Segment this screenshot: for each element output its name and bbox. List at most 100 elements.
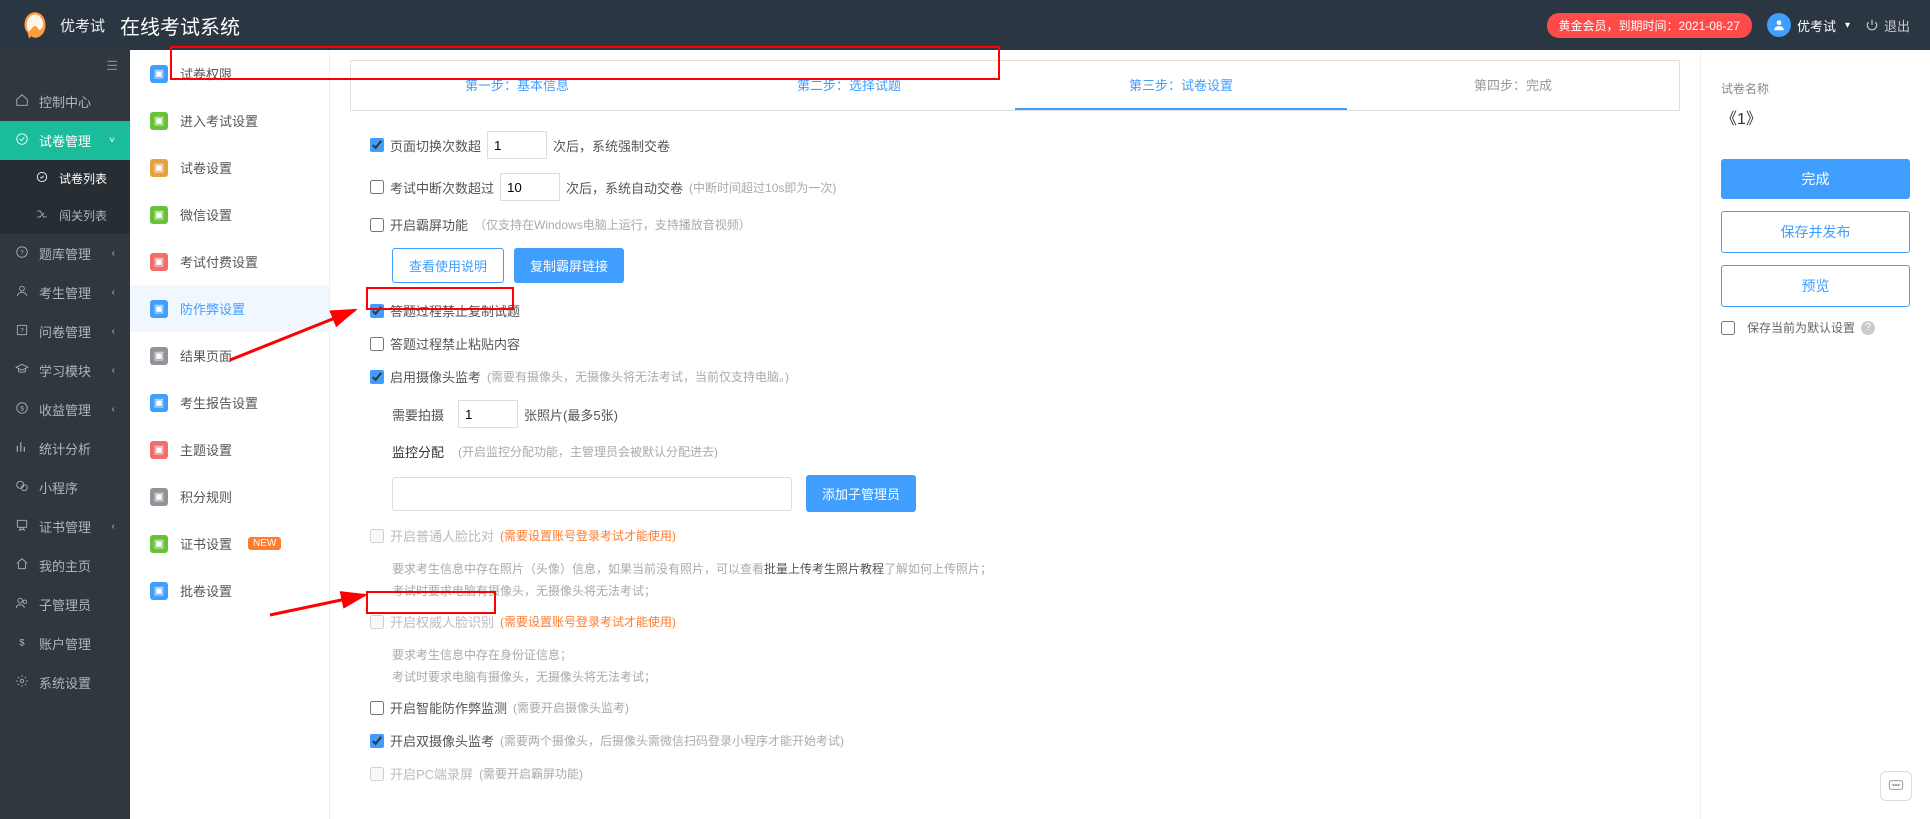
no-paste-label: 答题过程禁止粘贴内容 [390,334,520,353]
nav-label: 我的主页 [39,556,91,575]
nav-item-2[interactable]: ?题库管理‹ [0,234,130,273]
svg-text:$: $ [20,405,24,412]
nav-item-4[interactable]: ?问卷管理‹ [0,312,130,351]
fullscreen-label: 开启霸屏功能 [390,215,468,234]
photo-label: 需要拍摄 [392,405,444,424]
camera-label: 启用摄像头监考 [390,367,481,386]
nav-item-9[interactable]: 证书管理 ‹ [0,507,130,546]
cert-icon [15,518,29,535]
question-icon: ? [15,323,29,340]
step-2[interactable]: 第二步：选择试题 [683,61,1015,110]
save-publish-button[interactable]: 保存并发布 [1721,211,1910,253]
nav-item-11[interactable]: 子管理员 [0,585,130,624]
sec-item-3[interactable]: ▣微信设置 [130,191,329,238]
nav-item-8[interactable]: 小程序 [0,468,130,507]
step-4[interactable]: 第四步：完成 [1347,61,1679,110]
sec-item-7[interactable]: ▣考生报告设置 [130,379,329,426]
view-instructions-button[interactable]: 查看使用说明 [392,248,504,283]
user-avatar-icon [1767,13,1791,37]
myhome-icon [15,557,29,574]
face-basic-warn: (需要设置账号登录考试才能使用) [500,527,676,544]
sec-item-8[interactable]: ▣主题设置 [130,426,329,473]
pc-record-checkbox[interactable] [370,767,384,781]
brand-text: 优考试 [60,15,105,36]
sec-item-label: 试卷设置 [180,158,232,177]
sec-item-6[interactable]: ▣结果页面 [130,332,329,379]
nav-item-1[interactable]: 试卷管理˅ [0,121,130,160]
paper-name-value: 《1》 [1721,105,1910,129]
sec-item-icon: ▣ [150,112,168,130]
sec-item-0[interactable]: ▣试卷权限 [130,50,329,97]
nav-item-3[interactable]: 考生管理‹ [0,273,130,312]
paper-icon [15,132,29,149]
dual-camera-checkbox[interactable] [370,734,384,748]
sec-item-11[interactable]: ▣批卷设置 [130,567,329,614]
sec-item-icon: ▣ [150,535,168,553]
sec-item-10[interactable]: ▣证书设置NEW [130,520,329,567]
sec-item-2[interactable]: ▣ 试卷设置 [130,144,329,191]
sec-item-9[interactable]: ▣积分规则 [130,473,329,520]
chevron-icon: ‹ [112,521,115,532]
nav-label: 账户管理 [39,634,91,653]
sec-item-1[interactable]: ▣进入考试设置 [130,97,329,144]
logout-label: 退出 [1884,16,1910,35]
nav-item-0[interactable]: 控制中心 [0,82,130,121]
fullscreen-checkbox[interactable] [370,218,384,232]
no-paste-checkbox[interactable] [370,337,384,351]
smart-cheat-checkbox[interactable] [370,701,384,715]
face-basic-tutorial-link[interactable]: 批量上传考生照片教程 [764,562,884,576]
sec-item-label: 考生报告设置 [180,393,258,412]
nav-item-10[interactable]: 我的主页 [0,546,130,585]
preview-button[interactable]: 预览 [1721,265,1910,307]
camera-checkbox[interactable] [370,370,384,384]
sidebar-toggle-button[interactable]: ☰ [0,50,130,82]
page-switch-input[interactable] [487,131,547,159]
logo-icon [20,10,50,40]
coin-icon: $ [15,401,29,418]
sec-item-icon: ▣ [150,159,168,177]
admin-icon [15,596,29,613]
sec-item-icon: ▣ [150,65,168,83]
dual-camera-hint: (需要两个摄像头，后摄像头需微信扫码登录小程序才能开始考试) [500,732,844,749]
nav-subitem-1-1[interactable]: 闯关列表 [0,197,130,234]
gear-icon [15,674,29,691]
step-3[interactable]: 第三步：试卷设置 [1015,61,1347,110]
subadmin-input[interactable] [392,477,792,511]
face-authority-checkbox[interactable] [370,615,384,629]
nav-label: 证书管理 [39,517,91,536]
nav-subitem-1-0[interactable]: 试卷列表 [0,160,130,197]
add-subadmin-button[interactable]: 添加子管理员 [806,475,916,512]
user-name: 优考试 [1797,16,1836,35]
nav-label: 学习模块 [39,361,91,380]
face-authority-desc-1: 要求考生信息中存在身份证信息； [392,648,572,662]
sec-item-label: 主题设置 [180,440,232,459]
main-content: 第一步：基本信息 第二步：选择试题 第三步：试卷设置 第四步：完成 页面切换次数… [330,50,1700,819]
page-switch-checkbox[interactable] [370,138,384,152]
help-icon[interactable]: ? [1861,321,1875,335]
no-copy-checkbox[interactable] [370,304,384,318]
chat-support-button[interactable] [1880,771,1912,801]
user-menu[interactable]: 优考试 ▾ [1767,13,1850,37]
nav-item-5[interactable]: 学习模块‹ [0,351,130,390]
step-1[interactable]: 第一步：基本信息 [351,61,683,110]
copy-fullscreen-link-button[interactable]: 复制霸屏链接 [514,248,624,283]
nav-item-12[interactable]: $ 账户管理 [0,624,130,663]
chevron-icon: ˅ [109,135,115,146]
interrupt-input[interactable] [500,173,560,201]
interrupt-checkbox[interactable] [370,180,384,194]
nav-sub-label: 试卷列表 [59,170,107,187]
photo-count-input[interactable] [458,400,518,428]
secondary-sidebar: ▣试卷权限▣进入考试设置▣试卷设置▣微信设置▣考试付费设置▣防作弊设置▣结果页面… [130,50,330,819]
sec-item-4[interactable]: ▣考试付费设置 [130,238,329,285]
nav-item-6[interactable]: $收益管理‹ [0,390,130,429]
logout-button[interactable]: 退出 [1865,16,1910,35]
save-default-label: 保存当前为默认设置 [1747,319,1855,336]
nav-item-7[interactable]: 统计分析 [0,429,130,468]
sec-item-5[interactable]: ▣防作弊设置 [130,285,329,332]
chevron-icon: ‹ [112,326,115,337]
save-default-checkbox[interactable] [1721,321,1735,335]
account-icon: $ [15,635,29,652]
face-basic-checkbox[interactable] [370,529,384,543]
nav-item-13[interactable]: 系统设置 [0,663,130,702]
finish-button[interactable]: 完成 [1721,159,1910,199]
